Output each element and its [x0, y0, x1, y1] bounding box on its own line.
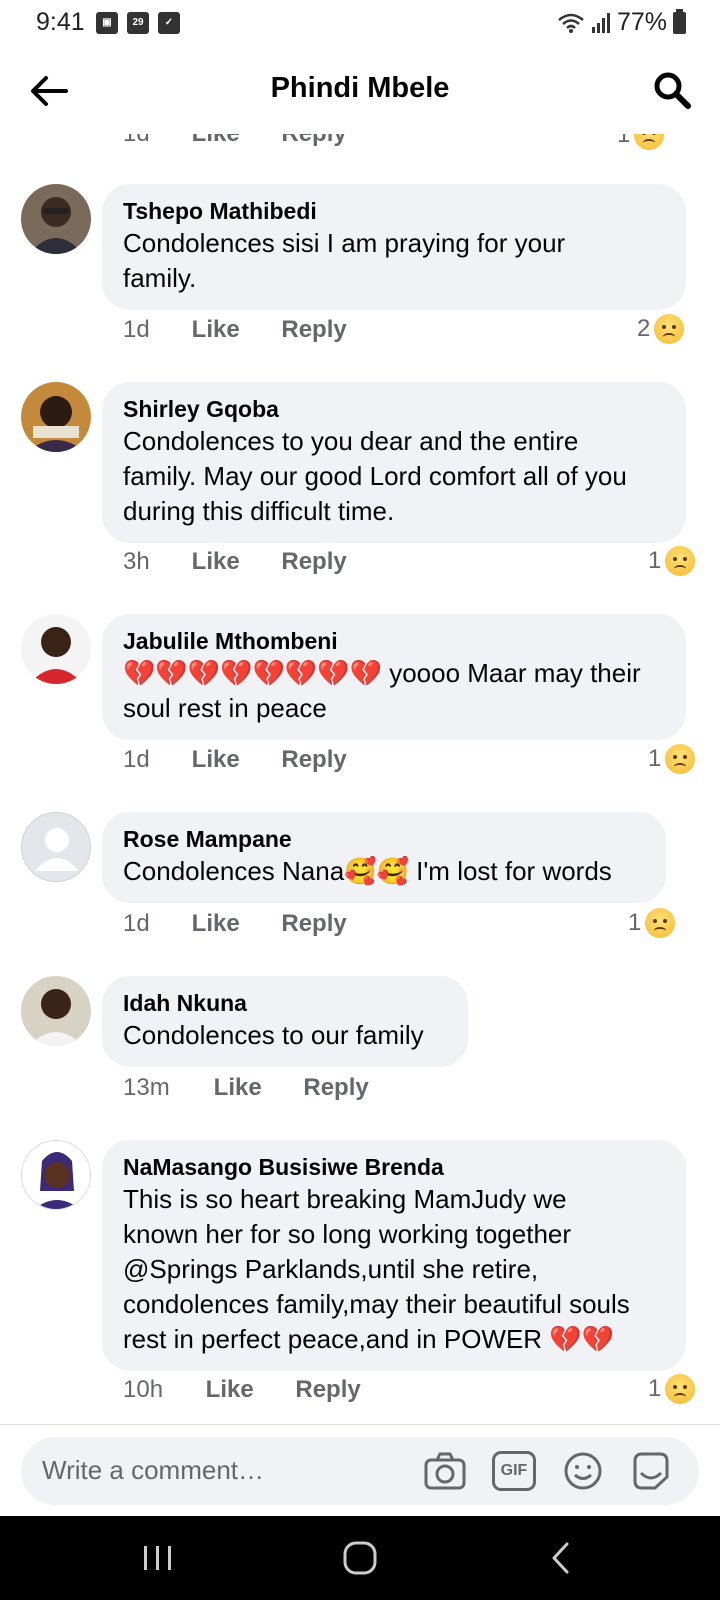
- comment-text: family.: [123, 263, 197, 293]
- comment-bubble[interactable]: Shirley Gqoba Condolences to you dear an…: [102, 382, 686, 543]
- emoji-icon[interactable]: [561, 1451, 605, 1491]
- sad-reaction-icon: [645, 908, 676, 938]
- reply-button[interactable]: Reply: [295, 1376, 360, 1404]
- gallery-icon: ▣: [96, 12, 118, 34]
- comment-bubble[interactable]: Idah Nkuna Condolences to our family: [102, 976, 468, 1067]
- reply-button[interactable]: Reply: [303, 1074, 368, 1102]
- comment-time: 13m: [123, 1074, 170, 1101]
- commenter-name[interactable]: Shirley Gqoba: [123, 394, 665, 424]
- comment-text: family. May our good Lord comfort all of…: [123, 461, 627, 491]
- avatar-placeholder[interactable]: [21, 812, 91, 882]
- comment-text: Condolences to our family: [123, 1020, 424, 1050]
- home-icon[interactable]: [340, 1538, 380, 1578]
- avatar[interactable]: [21, 184, 91, 254]
- comment-text: @Springs Parklands,until she retire,: [123, 1254, 539, 1284]
- comment-time: 1d: [123, 746, 150, 773]
- comments-feed[interactable]: 1d Like Reply 1 Tshepo Mathibedi Condole…: [0, 134, 720, 1424]
- comment-meta: 1d Like Reply: [123, 910, 347, 938]
- gif-icon[interactable]: GIF: [492, 1451, 536, 1491]
- avatar[interactable]: [21, 976, 91, 1046]
- like-button[interactable]: Like: [214, 1074, 262, 1102]
- comment-text: This is so heart breaking MamJudy we: [123, 1184, 567, 1214]
- commenter-name[interactable]: Rose Mampane: [123, 824, 645, 854]
- reaction-count[interactable]: 1: [617, 134, 665, 150]
- sad-reaction-icon: [654, 314, 685, 344]
- back-nav-icon[interactable]: [542, 1538, 582, 1578]
- like-button[interactable]: Like: [206, 1376, 254, 1404]
- reaction-count[interactable]: 2: [637, 314, 685, 344]
- reply-button[interactable]: Reply: [281, 316, 346, 344]
- sad-reaction-icon: [665, 744, 696, 774]
- comment-bubble[interactable]: Tshepo Mathibedi Condolences sisi I am p…: [102, 184, 686, 310]
- like-button[interactable]: Like: [192, 548, 240, 576]
- status-time: 9:41: [36, 8, 85, 36]
- comment-meta: 3h Like Reply: [123, 548, 347, 576]
- like-button[interactable]: Like: [192, 316, 240, 344]
- comment-input-placeholder: Write a comment…: [42, 1455, 265, 1485]
- comment-bubble[interactable]: Jabulile Mthombeni 💔💔💔💔💔💔💔💔 yoooo Maar m…: [102, 614, 686, 740]
- reaction-count[interactable]: 1: [628, 908, 676, 938]
- comment-time: 1d: [123, 316, 150, 343]
- reply-button[interactable]: Reply: [281, 910, 346, 938]
- comment-composer: Write a comment… GIF: [0, 1424, 720, 1516]
- comment-time: 3h: [123, 548, 150, 575]
- like-button[interactable]: Like: [192, 134, 240, 148]
- commenter-name[interactable]: Idah Nkuna: [123, 988, 447, 1018]
- comment-meta: 10h Like Reply: [123, 1376, 361, 1404]
- reaction-count[interactable]: 1: [648, 1374, 696, 1404]
- comment-bubble[interactable]: NaMasango Busisiwe Brenda This is so hea…: [102, 1140, 686, 1371]
- reply-button[interactable]: Reply: [281, 134, 346, 148]
- status-right: 77%: [557, 8, 686, 37]
- comment-text: Condolences Nana🥰🥰 I'm lost for words: [123, 856, 612, 886]
- app-header: Phindi Mbele: [0, 46, 720, 134]
- commenter-name[interactable]: Tshepo Mathibedi: [123, 196, 665, 226]
- commenter-name[interactable]: NaMasango Busisiwe Brenda: [123, 1152, 665, 1182]
- comment-text: 💔💔💔💔💔💔💔💔 yoooo Maar may their: [123, 658, 641, 688]
- reply-button[interactable]: Reply: [281, 746, 346, 774]
- reaction-count[interactable]: 1: [648, 546, 696, 576]
- comment-time: 10h: [123, 1376, 164, 1403]
- camera-icon[interactable]: [423, 1451, 467, 1491]
- comment-text: soul rest in peace: [123, 693, 327, 723]
- comment-meta: 1d Like Reply: [123, 746, 347, 774]
- avatar[interactable]: [21, 382, 91, 452]
- comment-text: condolences family,may their beautiful s…: [123, 1289, 630, 1319]
- reply-button[interactable]: Reply: [281, 548, 346, 576]
- reaction-count[interactable]: 1: [648, 744, 696, 774]
- comment-meta: 1d Like Reply: [123, 316, 347, 344]
- comment-time: 1d: [123, 910, 150, 937]
- page-title: Phindi Mbele: [270, 72, 450, 104]
- battery-percent: 77%: [616, 8, 667, 36]
- wifi-icon: [558, 13, 584, 33]
- sad-reaction-icon: [665, 546, 696, 576]
- comment-input[interactable]: Write a comment… GIF: [21, 1437, 699, 1505]
- system-nav-bar: [0, 1516, 720, 1600]
- avatar[interactable]: [21, 1140, 91, 1210]
- commenter-name[interactable]: Jabulile Mthombeni: [123, 626, 665, 656]
- like-button[interactable]: Like: [192, 746, 240, 774]
- status-bar: 9:41 ▣ 29 ✓ 77%: [0, 0, 720, 46]
- calendar-icon: 29: [127, 12, 149, 34]
- comment-meta: 13m Like Reply: [123, 1074, 369, 1102]
- comment-text: during this difficult time.: [123, 496, 395, 526]
- comment-bubble[interactable]: Rose Mampane Condolences Nana🥰🥰 I'm lost…: [102, 812, 666, 903]
- comment-text: Condolences to you dear and the entire: [123, 426, 579, 456]
- recent-apps-icon[interactable]: [138, 1538, 178, 1578]
- battery-icon: [673, 8, 686, 34]
- checkbox-icon: ✓: [158, 12, 180, 34]
- search-icon[interactable]: [652, 70, 692, 110]
- sad-reaction-icon: [665, 1374, 696, 1404]
- sticker-icon[interactable]: [629, 1451, 673, 1491]
- sad-reaction-icon: [634, 134, 665, 150]
- signal-icon: [591, 12, 610, 33]
- comment-text: Condolences sisi I am praying for your: [123, 228, 566, 258]
- avatar[interactable]: [21, 614, 91, 684]
- like-button[interactable]: Like: [192, 910, 240, 938]
- comment-text: known her for so long working together: [123, 1219, 572, 1249]
- comment-text: rest in perfect peace,and in POWER 💔💔: [123, 1324, 615, 1354]
- partial-comment-meta: 1d Like Reply: [123, 134, 347, 148]
